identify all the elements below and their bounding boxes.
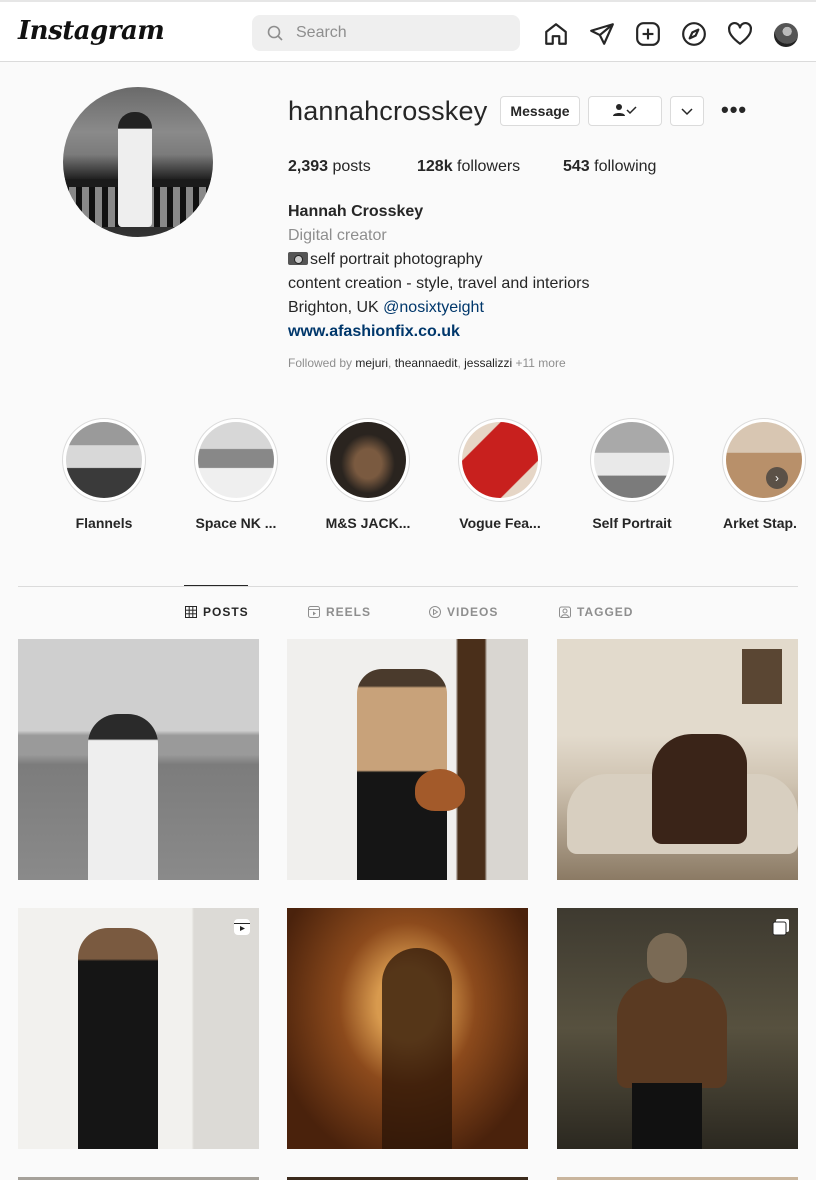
post-thumbnail[interactable] [287,639,528,880]
home-icon[interactable] [543,21,569,47]
following-person-check-icon [613,103,637,116]
highlight-vogue-feature[interactable] [458,418,542,502]
highlights-next-arrow-icon[interactable]: › [766,467,788,489]
tab-posts[interactable]: POSTS [185,605,249,619]
post-carousel-thumbnail[interactable] [557,908,798,1149]
post-thumbnail[interactable] [287,908,528,1149]
bio-line: self portrait photography [288,251,483,269]
following-count[interactable]: 543 following [563,158,656,176]
message-button[interactable]: Message [500,96,580,126]
grid-icon [185,606,197,618]
profile-username: hannahcrosskey [288,96,488,126]
bio-full-name: Hannah Crosskey [288,203,424,220]
post-thumbnail[interactable] [18,639,259,880]
posts-count: 2,393 posts [288,158,371,175]
following-button[interactable] [588,96,662,126]
bio-mention-link[interactable]: @nosixtyeight [383,299,484,316]
search-bar[interactable] [252,15,520,51]
post-thumbnail[interactable] [557,639,798,880]
highlight-flannels[interactable] [62,418,146,502]
highlight-self-portrait[interactable] [590,418,674,502]
highlight-label: Vogue Fea... [459,515,541,531]
active-tab-indicator [184,585,248,586]
instagram-logo[interactable]: Instagram [18,16,165,46]
new-post-icon[interactable] [635,21,661,47]
highlight-label: Self Portrait [592,515,672,531]
reel-badge-icon [234,919,250,935]
carousel-badge-icon [772,919,789,936]
highlight-arket-staples[interactable] [722,418,806,502]
tab-videos[interactable]: VIDEOS [429,605,498,619]
highlight-label: Flannels [75,515,133,531]
tagged-icon [559,606,571,618]
profile-avatar-icon[interactable] [774,23,798,47]
bio-line: Brighton, UK @nosixtyeight [288,299,484,316]
video-icon [429,606,441,618]
bio-category: Digital creator [288,227,387,244]
search-icon [267,25,283,41]
highlight-space-nk[interactable] [194,418,278,502]
reels-icon [308,606,320,618]
direct-message-icon[interactable] [589,21,615,47]
explore-icon[interactable] [681,21,707,47]
search-input[interactable] [296,15,506,51]
suggested-accounts-button[interactable] [670,96,704,126]
tabs-divider [18,586,798,587]
top-nav: Instagram [0,0,816,62]
highlight-label: Arket Stap. [723,515,797,531]
post-reel-thumbnail[interactable] [18,908,259,1149]
heart-icon[interactable] [727,21,753,47]
highlight-label: M&S JACK... [325,515,411,531]
bio-line: content creation - style, travel and int… [288,275,590,292]
profile-picture[interactable] [63,87,213,237]
followers-count[interactable]: 128k followers [417,158,520,176]
options-menu-icon[interactable]: ••• [721,99,746,121]
highlight-label: Space NK ... [195,515,277,531]
highlight-ms-jacket[interactable] [326,418,410,502]
bio-website-link[interactable]: www.afashionfix.co.uk [288,323,460,341]
tab-tagged[interactable]: TAGGED [559,605,633,619]
tab-reels[interactable]: REELS [308,605,371,619]
chevron-down-icon [681,108,693,116]
camera-emoji-icon [288,252,308,265]
followed-by[interactable]: Followed by mejuri, theannaedit, jessali… [288,356,566,370]
